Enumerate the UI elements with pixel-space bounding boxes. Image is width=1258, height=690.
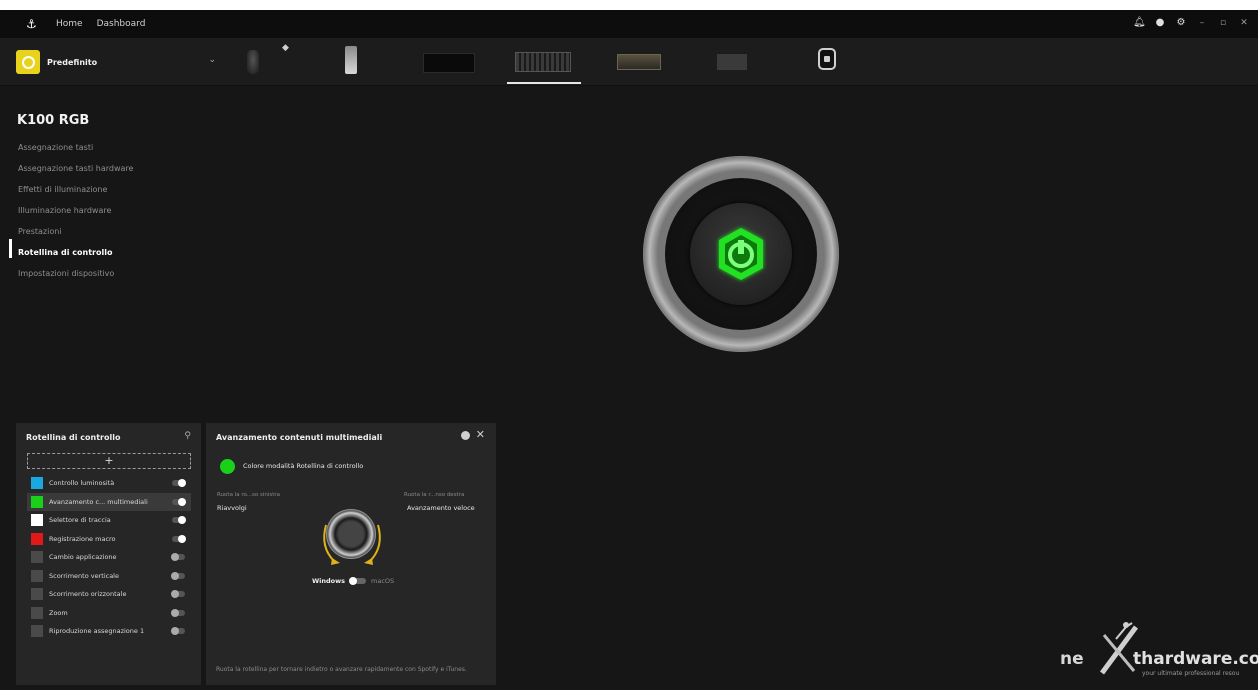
os-windows-label: Windows (312, 577, 346, 585)
os-switch: Windows macOS (312, 577, 394, 585)
device-dongle[interactable] (345, 46, 357, 74)
device-controller[interactable] (717, 54, 747, 70)
device-keyboard[interactable] (515, 52, 571, 72)
device-mouse[interactable] (247, 50, 259, 74)
rotate-left-action[interactable]: Riavvolgi (217, 504, 247, 512)
mode-color-swatch[interactable] (220, 459, 235, 474)
mode-description: Ruota la rotellina per tornare indietro … (216, 666, 467, 673)
mode-color-swatch (31, 532, 43, 545)
menu-item-lighting-effects[interactable]: Effetti di illuminazione (18, 179, 133, 200)
device-mousepad[interactable] (423, 53, 475, 73)
maximize-icon[interactable]: ▫ (1217, 17, 1229, 29)
list-item[interactable]: Selettore di traccia (27, 511, 191, 530)
menu-item-control-wheel[interactable]: Rotellina di controllo (18, 242, 133, 263)
wheel-mode-list: Controllo luminosità Avanzamento c... mul… (27, 474, 191, 641)
mode-color-swatch (31, 625, 43, 638)
help-icon[interactable]: ● (1154, 17, 1166, 29)
close-icon[interactable]: ✕ (1238, 17, 1250, 29)
mode-color-swatch (31, 606, 43, 619)
add-mode-button[interactable]: + (27, 453, 191, 469)
rotate-left-caption: Ruota la ro...so sinistra (217, 492, 281, 498)
search-icon[interactable]: ⚲ (184, 431, 191, 441)
list-item[interactable]: Zoom (27, 604, 191, 623)
gear-icon[interactable]: ⚙ (1175, 17, 1187, 29)
list-item[interactable]: Scorrimento orizzontale (27, 585, 191, 604)
menu-active-marker (9, 239, 12, 258)
bell-icon[interactable]: 🔔︎ (1133, 17, 1146, 29)
mode-toggle[interactable] (171, 590, 185, 598)
nav-dashboard-link[interactable]: Dashboard (97, 19, 146, 29)
list-item-label: Registrazione macro (49, 534, 116, 543)
chevron-down-icon[interactable]: ⌄ (208, 55, 216, 65)
profile-name: Predefinito (47, 57, 98, 67)
list-item-label: Controllo luminosità (49, 479, 115, 488)
list-item-label: Avanzamento c... multimediali (49, 497, 148, 506)
mode-toggle[interactable] (171, 608, 185, 617)
list-item-label: Selettore di traccia (49, 516, 111, 525)
mode-color-swatch (31, 551, 43, 564)
mode-color-swatch (31, 569, 43, 582)
list-item-label: Scorrimento verticale (49, 571, 119, 580)
device-title: K100 RGB (17, 113, 90, 128)
list-item-label: Cambio applicazione (49, 553, 117, 562)
watermark-tagline: your ultimate professional resou (1142, 670, 1240, 677)
icue-logo-icon (719, 228, 763, 280)
profile-selector[interactable]: Predefinito ⌄ (16, 49, 216, 75)
control-wheel-preview (643, 156, 839, 352)
profile-badge-icon (16, 50, 40, 74)
mode-color-label: Colore modalità Rotellina di controllo (243, 462, 364, 470)
list-item[interactable]: Controllo luminosità (27, 474, 191, 493)
list-item[interactable]: Cambio applicazione (27, 548, 191, 567)
list-item-label: Riproduzione assegnazione 1 (49, 627, 145, 636)
rotation-arrows-icon (323, 524, 381, 565)
device-hub[interactable] (818, 48, 836, 70)
mode-toggle[interactable] (172, 497, 186, 506)
mode-color-swatch (31, 495, 43, 508)
corsair-logo-icon[interactable]: ⚓ (26, 18, 42, 30)
window-controls: 🔔︎ ● ⚙ – ▫ ✕ (1133, 17, 1250, 29)
minimize-icon[interactable]: – (1196, 17, 1208, 29)
app-window: ⚓ Home Dashboard 🔔︎ ● ⚙ – ▫ ✕ Predefinit… (0, 10, 1258, 690)
list-item[interactable]: Scorrimento verticale (27, 567, 191, 586)
mode-toggle[interactable] (172, 516, 186, 524)
menu-item-device-settings[interactable]: Impostazioni dispositivo (18, 263, 133, 284)
watermark-brand: thardware.com (1133, 649, 1258, 669)
menu-item-performance[interactable]: Prestazioni (18, 221, 133, 242)
control-wheel-list-panel: Rotellina di controllo ⚲ + Controllo lum… (16, 423, 201, 685)
nav-home-link[interactable]: Home (56, 19, 83, 29)
mode-detail-panel: Avanzamento contenuti multimediali ✕ Col… (206, 423, 496, 685)
menu-item-key-assignment[interactable]: Assegnazione tasti (18, 137, 133, 158)
list-item[interactable]: Riproduzione assegnazione 1 (27, 622, 191, 641)
os-macos-label: macOS (371, 577, 395, 585)
close-panel-icon[interactable]: ✕ (476, 428, 485, 441)
selected-device-indicator (507, 82, 581, 84)
watermark-prefix: ne (1060, 649, 1084, 669)
mode-toggle[interactable] (171, 571, 185, 580)
mode-toggle[interactable] (172, 479, 186, 487)
device-bar: Predefinito ⌄ ◆ (0, 38, 1258, 86)
mode-color-swatch (31, 588, 43, 601)
wireless-icon: ◆ (282, 43, 289, 53)
list-item-label: Zoom (49, 608, 68, 617)
menu-item-hardware-key-assignment[interactable]: Assegnazione tasti hardware (18, 158, 133, 179)
mode-toggle[interactable] (171, 627, 185, 635)
list-item[interactable]: Avanzamento c... multimediali (27, 492, 191, 511)
rotate-right-caption: Ruota la r...nso destra (404, 492, 465, 498)
device-menu: Assegnazione tasti Assegnazione tasti ha… (18, 137, 133, 284)
menu-item-hardware-lighting[interactable]: Illuminazione hardware (18, 200, 133, 221)
list-item-label: Scorrimento orizzontale (49, 590, 127, 599)
watermark: ne thardware.com your ultimate professio… (1060, 615, 1258, 685)
detail-panel-title: Avanzamento contenuti multimediali (216, 433, 383, 442)
top-nav-bar: ⚓ Home Dashboard 🔔︎ ● ⚙ – ▫ ✕ (0, 10, 1258, 38)
mode-toggle[interactable] (172, 534, 186, 543)
mode-color-swatch (31, 477, 43, 490)
mode-toggle[interactable] (171, 553, 185, 561)
list-panel-title: Rotellina di controllo (26, 433, 121, 442)
list-item[interactable]: Registrazione macro (27, 530, 191, 549)
device-memory[interactable] (617, 54, 661, 70)
os-toggle[interactable] (349, 577, 367, 585)
rotate-right-action[interactable]: Avanzamento veloce (407, 504, 475, 512)
info-icon[interactable] (461, 431, 470, 440)
mode-color-swatch (31, 514, 43, 527)
